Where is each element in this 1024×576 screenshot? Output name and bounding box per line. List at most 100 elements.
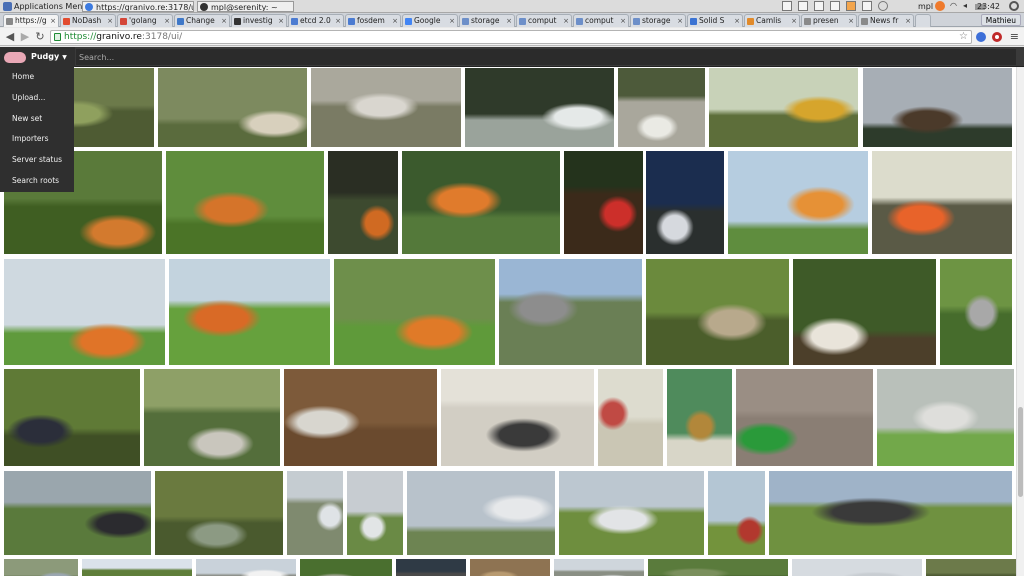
browser-menu-icon[interactable]: ≡ bbox=[1010, 31, 1019, 42]
browser-tab[interactable]: etcd 2.0 × bbox=[288, 14, 344, 27]
browser-tab[interactable]: presen × bbox=[801, 14, 857, 27]
browser-tab[interactable]: storage × bbox=[630, 14, 686, 27]
photo-thumbnail[interactable] bbox=[863, 68, 1012, 147]
bookmark-star-icon[interactable]: ☆ bbox=[959, 31, 968, 42]
tab-close-icon[interactable]: × bbox=[449, 15, 455, 27]
tab-close-icon[interactable]: × bbox=[278, 15, 284, 27]
photo-thumbnail[interactable] bbox=[196, 559, 296, 576]
workspace-2-icon[interactable] bbox=[798, 1, 808, 11]
browser-tab[interactable]: NoDash × bbox=[60, 14, 116, 27]
applications-menu[interactable]: Applications Menu bbox=[2, 1, 87, 12]
photo-thumbnail[interactable] bbox=[618, 68, 705, 147]
extension-icon[interactable] bbox=[976, 32, 986, 42]
photo-thumbnail[interactable] bbox=[4, 259, 165, 365]
photo-thumbnail[interactable] bbox=[144, 369, 280, 466]
browser-tab[interactable]: https://g × bbox=[3, 14, 59, 27]
workspace-3-icon[interactable] bbox=[814, 1, 824, 11]
tab-close-icon[interactable]: × bbox=[620, 15, 626, 27]
tab-close-icon[interactable]: × bbox=[734, 15, 740, 27]
photo-thumbnail[interactable] bbox=[499, 259, 642, 365]
photo-thumbnail[interactable] bbox=[564, 151, 643, 254]
taskbar-browser-window[interactable]: https://granivo.re:3178/u... bbox=[82, 1, 194, 12]
browser-tab[interactable]: Camlis × bbox=[744, 14, 800, 27]
photo-thumbnail[interactable] bbox=[646, 259, 789, 365]
photo-thumbnail[interactable] bbox=[648, 559, 788, 576]
tab-close-icon[interactable]: × bbox=[506, 15, 512, 27]
photo-thumbnail[interactable] bbox=[872, 151, 1012, 254]
browser-tab[interactable]: storage × bbox=[459, 14, 515, 27]
photo-thumbnail[interactable] bbox=[158, 68, 307, 147]
menu-item-server-status[interactable]: Server status bbox=[0, 150, 74, 171]
photo-thumbnail[interactable] bbox=[328, 151, 398, 254]
adblock-icon[interactable] bbox=[992, 32, 1002, 42]
photo-thumbnail[interactable] bbox=[4, 369, 140, 466]
photo-thumbnail[interactable] bbox=[287, 471, 343, 555]
tab-close-icon[interactable]: × bbox=[905, 15, 911, 27]
firefox-tray-icon[interactable] bbox=[935, 1, 945, 11]
photo-thumbnail[interactable] bbox=[300, 559, 392, 576]
workspace-6-icon[interactable] bbox=[862, 1, 872, 11]
tab-close-icon[interactable]: × bbox=[107, 15, 113, 27]
photo-thumbnail[interactable] bbox=[396, 559, 466, 576]
photo-thumbnail[interactable] bbox=[646, 151, 724, 254]
tab-close-icon[interactable]: × bbox=[848, 15, 854, 27]
photo-thumbnail[interactable] bbox=[598, 369, 663, 466]
search-input[interactable] bbox=[76, 49, 1016, 65]
back-icon[interactable]: ◀ bbox=[3, 30, 17, 44]
tab-close-icon[interactable]: × bbox=[791, 15, 797, 27]
brand-menu-button[interactable]: Pudgy ▼ bbox=[0, 47, 75, 67]
taskbar-terminal-window[interactable]: mpl@serenity: ~ bbox=[197, 1, 294, 12]
menu-item-search-roots[interactable]: Search roots bbox=[0, 171, 74, 192]
photo-thumbnail[interactable] bbox=[728, 151, 868, 254]
photo-thumbnail[interactable] bbox=[407, 471, 555, 555]
photo-thumbnail[interactable] bbox=[559, 471, 704, 555]
forward-icon[interactable]: ▶ bbox=[18, 30, 32, 44]
menu-item-importers[interactable]: Importers bbox=[0, 129, 74, 150]
photo-thumbnail[interactable] bbox=[736, 369, 873, 466]
tab-close-icon[interactable]: × bbox=[563, 15, 569, 27]
photo-thumbnail[interactable] bbox=[877, 369, 1014, 466]
photo-thumbnail[interactable] bbox=[769, 471, 1012, 555]
photo-thumbnail[interactable] bbox=[926, 559, 1016, 576]
tab-close-icon[interactable]: × bbox=[677, 15, 683, 27]
photo-thumbnail[interactable] bbox=[4, 471, 151, 555]
workspace-4-icon[interactable] bbox=[830, 1, 840, 11]
photo-thumbnail[interactable] bbox=[940, 259, 1012, 365]
tab-close-icon[interactable]: × bbox=[392, 15, 398, 27]
profile-badge[interactable]: Mathieu bbox=[980, 14, 1021, 26]
photo-thumbnail[interactable] bbox=[792, 559, 922, 576]
photo-thumbnail[interactable] bbox=[347, 471, 403, 555]
browser-tab[interactable]: fosdem × bbox=[345, 14, 401, 27]
browser-tab[interactable]: comput × bbox=[516, 14, 572, 27]
user-name[interactable]: mpl bbox=[918, 0, 933, 13]
browser-tab[interactable]: News fr × bbox=[858, 14, 914, 27]
menu-item-new-set[interactable]: New set bbox=[0, 109, 74, 130]
workspace-5-icon[interactable] bbox=[846, 1, 856, 11]
photo-thumbnail[interactable] bbox=[334, 259, 495, 365]
photo-thumbnail[interactable] bbox=[441, 369, 594, 466]
photo-thumbnail[interactable] bbox=[166, 151, 324, 254]
photo-thumbnail[interactable] bbox=[169, 259, 330, 365]
address-bar[interactable]: https://granivo.re:3178/ui/ bbox=[50, 30, 972, 44]
photo-thumbnail[interactable] bbox=[82, 559, 192, 576]
photo-thumbnail[interactable] bbox=[311, 68, 461, 147]
power-icon[interactable] bbox=[1009, 1, 1019, 11]
scrollbar[interactable] bbox=[1016, 67, 1024, 576]
tab-close-icon[interactable]: × bbox=[164, 15, 170, 27]
reload-icon[interactable]: ↻ bbox=[33, 30, 47, 44]
tab-close-icon[interactable]: × bbox=[50, 15, 56, 27]
menu-item-upload[interactable]: Upload... bbox=[0, 88, 74, 109]
scrollbar-thumb[interactable] bbox=[1018, 407, 1023, 497]
workspace-1-icon[interactable] bbox=[782, 1, 792, 11]
photo-thumbnail[interactable] bbox=[793, 259, 936, 365]
photo-thumbnail[interactable] bbox=[554, 559, 644, 576]
new-tab-button[interactable] bbox=[915, 14, 931, 27]
tab-close-icon[interactable]: × bbox=[221, 15, 227, 27]
photo-thumbnail[interactable] bbox=[470, 559, 550, 576]
browser-tab[interactable]: Solid S × bbox=[687, 14, 743, 27]
volume-icon[interactable]: ◂ bbox=[963, 1, 973, 11]
browser-tab[interactable]: comput × bbox=[573, 14, 629, 27]
browser-tab[interactable]: Change × bbox=[174, 14, 230, 27]
photo-thumbnail[interactable] bbox=[709, 68, 858, 147]
tray-app-icon[interactable] bbox=[878, 1, 888, 11]
